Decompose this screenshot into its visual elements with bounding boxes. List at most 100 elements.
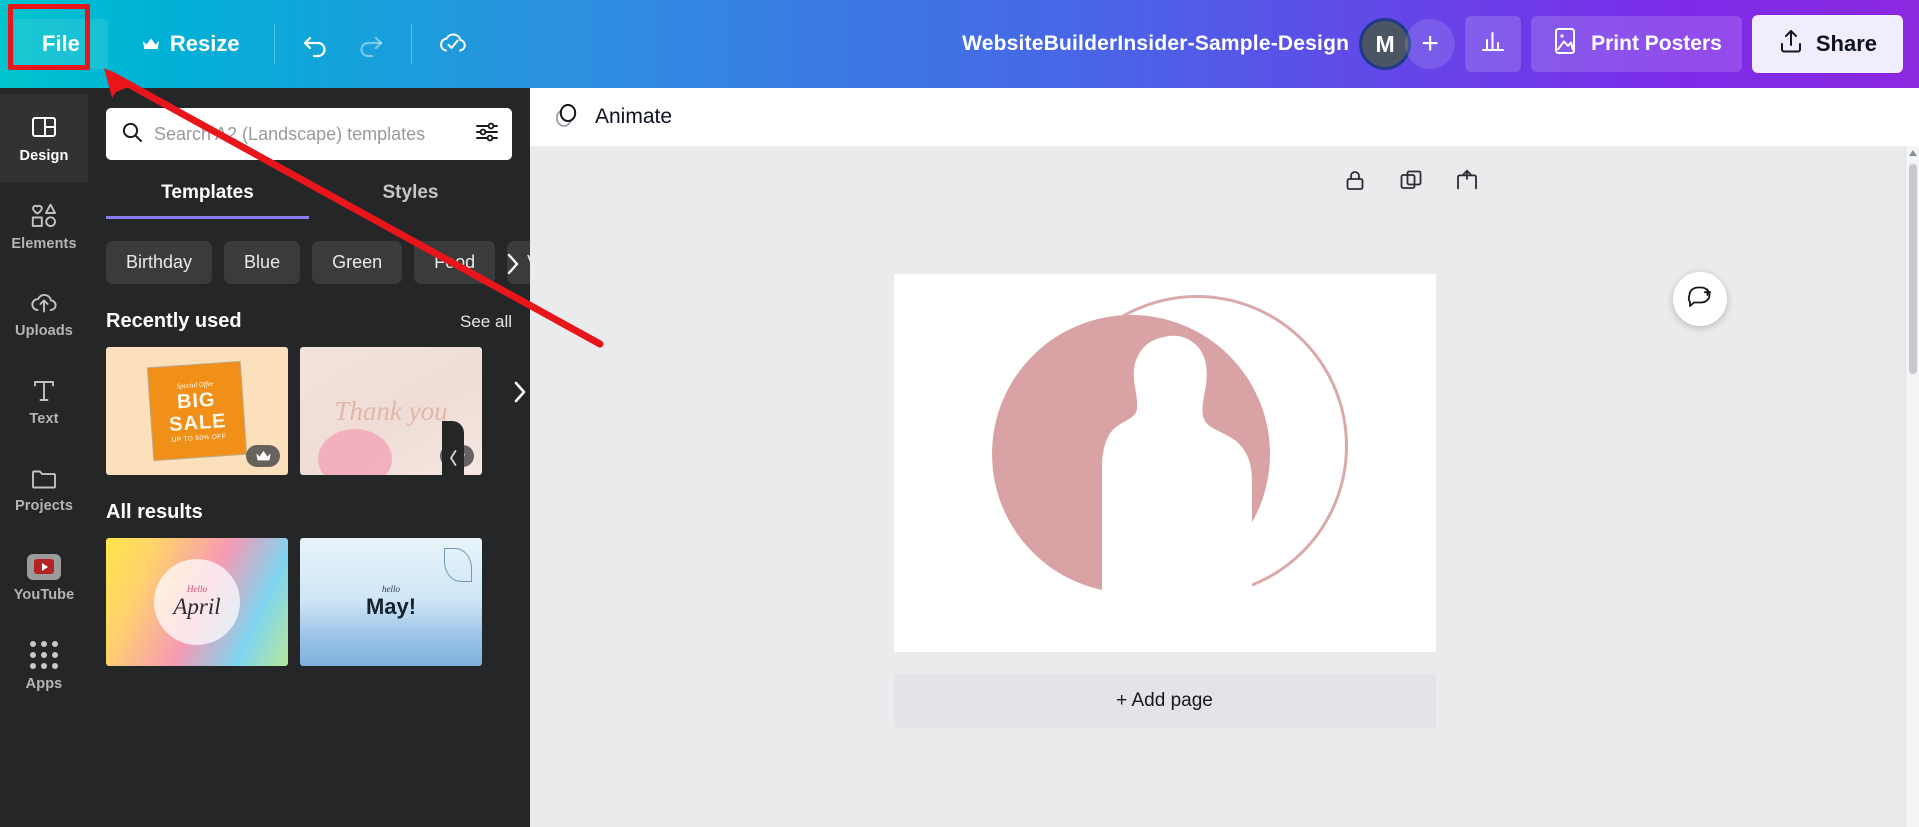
add-comment-button[interactable] [1673, 272, 1727, 326]
print-posters-button[interactable]: Print Posters [1531, 16, 1742, 72]
redo-arrow-icon [355, 29, 385, 59]
chip-green[interactable]: Green [312, 241, 403, 284]
sidebar-item-apps[interactable]: Apps [0, 622, 88, 710]
caret-up-icon [1908, 150, 1917, 156]
folder-icon [30, 467, 58, 491]
add-page-button[interactable]: + Add page [893, 674, 1436, 728]
big-sale-headline-2: SALE [168, 409, 228, 436]
tab-styles[interactable]: Styles [309, 182, 512, 219]
share-button[interactable]: Share [1751, 15, 1903, 73]
add-collaborator-button[interactable]: + [1405, 19, 1456, 69]
search-box[interactable] [106, 108, 512, 160]
file-button[interactable]: File [14, 19, 108, 69]
april-art: Hello April [154, 559, 240, 645]
template-card-hello-april[interactable]: Hello April [106, 538, 288, 666]
chevron-right-icon [514, 381, 526, 403]
sidebar-item-youtube[interactable]: YouTube [0, 534, 88, 622]
design-page-1[interactable] [893, 274, 1436, 652]
chips-next-button[interactable] [498, 241, 528, 284]
category-chips: Birthday Blue Green Food Vintage [88, 219, 530, 284]
animate-circles-icon [552, 100, 582, 135]
duplicate-page-icon[interactable] [1398, 168, 1424, 194]
premium-badge [246, 445, 280, 467]
template-card-hello-may[interactable]: hello May! [300, 538, 482, 666]
sidebar-item-elements[interactable]: Elements [0, 182, 88, 270]
may-headline: May! [365, 594, 417, 619]
recently-used-next-button[interactable] [512, 379, 528, 410]
recently-used-title: Recently used [106, 310, 242, 332]
document-title-area: WebsiteBuilderInsider-Sample-Design [480, 32, 1360, 56]
bar-chart-icon [1479, 27, 1507, 61]
chip-blue[interactable]: Blue [224, 241, 301, 284]
saved-to-cloud-button[interactable] [426, 17, 480, 71]
canvas-scrollbar[interactable] [1905, 146, 1919, 827]
editor-body: Design Elements Uploads Text Projects Yo… [0, 88, 1919, 827]
undo-arrow-icon [301, 29, 331, 59]
insights-button[interactable] [1465, 16, 1522, 72]
editor-area: Animate + Add page [530, 88, 1919, 827]
apps-grid-icon [30, 640, 58, 669]
sidebar-item-label: Uploads [15, 322, 73, 339]
lock-page-icon[interactable] [1342, 168, 1368, 194]
sidebar-item-text[interactable]: Text [0, 358, 88, 446]
sidebar-item-design[interactable]: Design [0, 94, 88, 182]
sidebar-item-label: Design [19, 147, 69, 164]
silhouette-icon [1101, 335, 1252, 603]
page-title[interactable]: WebsiteBuilderInsider-Sample-Design [962, 32, 1349, 56]
search-icon [120, 120, 144, 149]
sidebar-item-label: Elements [11, 235, 77, 252]
canva-editor-window: File Resize WebsiteBuilderInsider-Sample… [0, 0, 1919, 827]
context-toolbar: Animate [530, 88, 1919, 146]
chip-food[interactable]: Food [414, 241, 496, 284]
sidebar-item-uploads[interactable]: Uploads [0, 270, 88, 358]
crown-icon [142, 37, 160, 51]
sidebar-item-projects[interactable]: Projects [0, 446, 88, 534]
may-hello: hello [382, 584, 400, 594]
share-label: Share [1815, 31, 1877, 56]
panel-tabs: Templates Styles [88, 182, 530, 219]
woman-silhouette-portrait [974, 287, 1356, 639]
undo-button[interactable] [289, 17, 343, 71]
thank-you-headline: Thank you [334, 395, 448, 426]
all-results-thumbnails: Hello April hello May! [88, 524, 530, 666]
april-hello: Hello [187, 584, 207, 594]
left-rail: Design Elements Uploads Text Projects Yo… [0, 88, 88, 827]
redo-button[interactable] [343, 17, 397, 71]
cloud-upload-icon [29, 290, 59, 316]
add-comment-icon [1686, 283, 1714, 316]
resize-label: Resize [169, 31, 240, 56]
toolbar-left-group: File Resize [0, 0, 480, 88]
sidebar-item-label: Text [29, 410, 59, 427]
scroll-up-button[interactable] [1906, 146, 1919, 160]
filter-sliders-icon[interactable] [474, 119, 500, 150]
add-page-icon[interactable] [1454, 168, 1480, 194]
chevron-left-icon [449, 449, 456, 466]
chevron-right-icon [507, 253, 519, 274]
youtube-icon [27, 553, 61, 580]
collapse-panel-button[interactable] [442, 420, 464, 495]
tab-templates[interactable]: Templates [106, 182, 309, 219]
resize-button[interactable]: Resize [122, 19, 260, 69]
big-sale-headline-1: BIG [176, 388, 217, 413]
may-leaf-decoration [444, 548, 472, 582]
animate-label: Animate [595, 105, 673, 128]
search-input[interactable] [154, 123, 464, 145]
search-area [88, 88, 530, 160]
sidebar-item-label: YouTube [13, 586, 75, 603]
animate-button[interactable]: Animate [552, 100, 672, 135]
crown-icon [255, 450, 271, 461]
thank-you-blob [318, 429, 392, 475]
canvas-area[interactable]: + Add page [530, 146, 1919, 827]
avatar[interactable]: M [1359, 18, 1412, 70]
print-poster-icon [1551, 26, 1579, 62]
scrollbar-thumb[interactable] [1909, 164, 1917, 374]
big-sale-art: Special Offer BIG SALE UP TO 50% OFF [147, 361, 247, 461]
page-tools [1342, 168, 1480, 194]
template-card-big-sale[interactable]: Special Offer BIG SALE UP TO 50% OFF [106, 347, 288, 475]
chip-birthday[interactable]: Birthday [106, 241, 213, 284]
top-toolbar: File Resize WebsiteBuilderInsider-Sample… [0, 0, 1919, 88]
sidebar-item-label: Apps [25, 675, 63, 692]
layout-design-icon [30, 113, 58, 141]
see-all-link[interactable]: See all [460, 312, 512, 332]
text-t-icon [31, 378, 57, 404]
